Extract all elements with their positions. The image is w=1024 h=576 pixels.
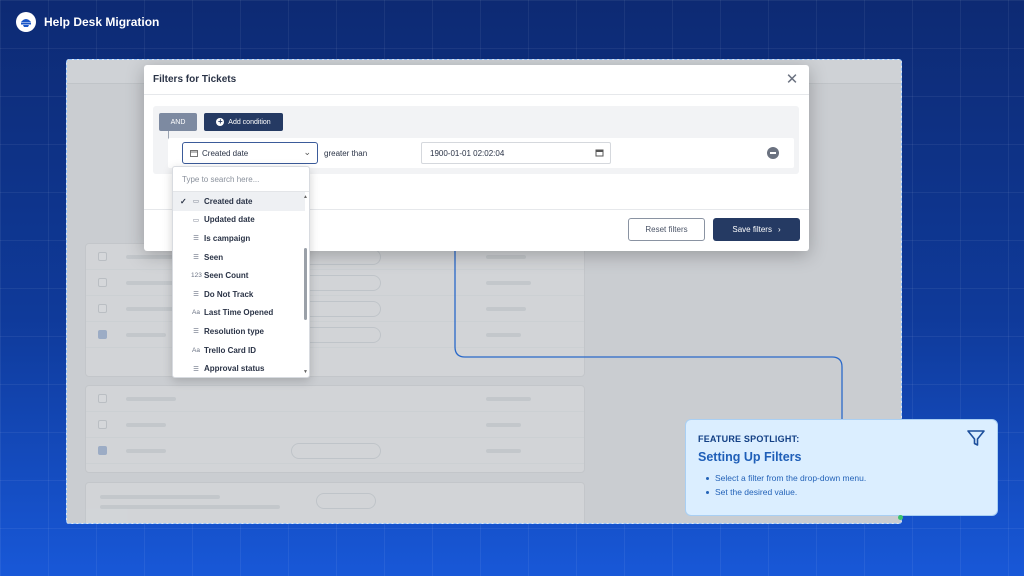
dropdown-option-label: Seen	[204, 252, 224, 262]
chevron-down-icon: ⌄	[303, 147, 311, 157]
feature-spotlight-card: FEATURE SPOTLIGHT: Setting Up Filters Se…	[685, 419, 998, 516]
dropdown-option-label: Is campaign	[204, 233, 251, 243]
dropdown-option[interactable]: Aa Trello Card ID	[173, 341, 305, 360]
text-icon: Aa	[192, 309, 200, 317]
dropdown-option-label: Updated date	[204, 215, 255, 225]
dropdown-option-label: Last Time Opened	[204, 308, 274, 318]
dropdown-option-label: Created date	[204, 196, 253, 206]
add-condition-label: Add condition	[228, 118, 271, 126]
dropdown-option[interactable]: Aa Last Time Opened	[173, 304, 305, 323]
condition-group: AND + Add condition Created date ⌄ great…	[153, 106, 799, 174]
list-icon: ☰	[193, 328, 199, 336]
dropdown-option[interactable]: ☰ Do Not Track	[173, 285, 305, 304]
calendar-icon: ▭	[192, 216, 200, 224]
dropdown-option-label: Trello Card ID	[204, 345, 257, 355]
dropdown-option[interactable]: ☰ Resolution type	[173, 322, 305, 341]
modal-header: Filters for Tickets	[144, 65, 809, 95]
remove-condition-button[interactable]	[767, 147, 779, 159]
dropdown-option[interactable]: ✓ ▭ Created date	[173, 192, 305, 211]
save-filters-button[interactable]: Save filters ›	[713, 218, 800, 241]
reset-filters-button[interactable]: Reset filters	[628, 218, 705, 241]
dropdown-search-input[interactable]: Type to search here...	[173, 167, 309, 192]
field-dropdown: Type to search here... ✓ ▭ Created date ▭ Up…	[172, 166, 310, 378]
scroll-up-icon[interactable]: ▲	[303, 194, 308, 200]
operator-label[interactable]: greater than	[324, 149, 367, 158]
and-operator-button[interactable]: AND	[159, 113, 197, 131]
field-select-value: Created date	[202, 148, 249, 158]
chevron-right-icon: ›	[777, 225, 781, 234]
dropdown-option[interactable]: ☰ Approval status	[173, 359, 305, 377]
scroll-down-icon[interactable]: ▼	[303, 369, 308, 375]
spotlight-bullet: Set the desired value.	[698, 486, 985, 500]
filter-icon	[967, 430, 985, 446]
dropdown-scrollbar[interactable]: ▲ ▼	[303, 192, 308, 377]
calendar-picker-icon[interactable]	[595, 148, 604, 157]
spotlight-bullet: Select a filter from the drop-down menu.	[698, 472, 985, 486]
spotlight-kicker: FEATURE SPOTLIGHT:	[698, 434, 800, 444]
dropdown-option[interactable]: ▭ Updated date	[173, 211, 305, 230]
save-filters-label: Save filters	[732, 225, 772, 234]
list-icon: ☰	[193, 365, 199, 373]
add-condition-button[interactable]: + Add condition	[204, 113, 283, 131]
dropdown-option[interactable]: ☰ Seen	[173, 248, 305, 267]
plus-icon: +	[216, 117, 225, 126]
spotlight-title: Setting Up Filters	[698, 450, 802, 464]
checkmark-icon: ✓	[180, 196, 187, 206]
dropdown-option-label: Do Not Track	[204, 289, 254, 299]
dropdown-list: ✓ ▭ Created date ▭ Updated date ☰ Is campaign ☰…	[173, 192, 305, 377]
dropdown-option[interactable]: 123 Seen Count	[173, 266, 305, 285]
date-value: 1900-01-01 02:02:04	[430, 148, 505, 158]
condition-row: Created date ⌄ greater than 1900-01-01 0…	[168, 138, 794, 168]
modal-title: Filters for Tickets	[153, 74, 237, 85]
text-icon: Aa	[192, 346, 200, 354]
dropdown-option-label: Seen Count	[204, 271, 249, 281]
field-select[interactable]: Created date ⌄	[182, 142, 318, 164]
frame-corner-dot	[898, 515, 903, 520]
calendar-icon: ▭	[192, 198, 200, 206]
list-icon: ☰	[193, 235, 199, 243]
calendar-icon	[190, 150, 198, 157]
dropdown-option[interactable]: ☰ Is campaign	[173, 229, 305, 248]
list-icon: ☰	[193, 291, 199, 299]
spotlight-bullets: Select a filter from the drop-down menu.…	[698, 472, 985, 499]
list-icon: ☰	[193, 254, 199, 262]
scrollbar-thumb[interactable]	[304, 248, 307, 320]
close-icon[interactable]: ✕	[785, 72, 799, 87]
date-value-input[interactable]: 1900-01-01 02:02:04	[421, 142, 611, 164]
dropdown-option-label: Resolution type	[204, 326, 265, 336]
number-icon: 123	[191, 272, 202, 280]
dropdown-option-label: Approval status	[204, 364, 265, 374]
